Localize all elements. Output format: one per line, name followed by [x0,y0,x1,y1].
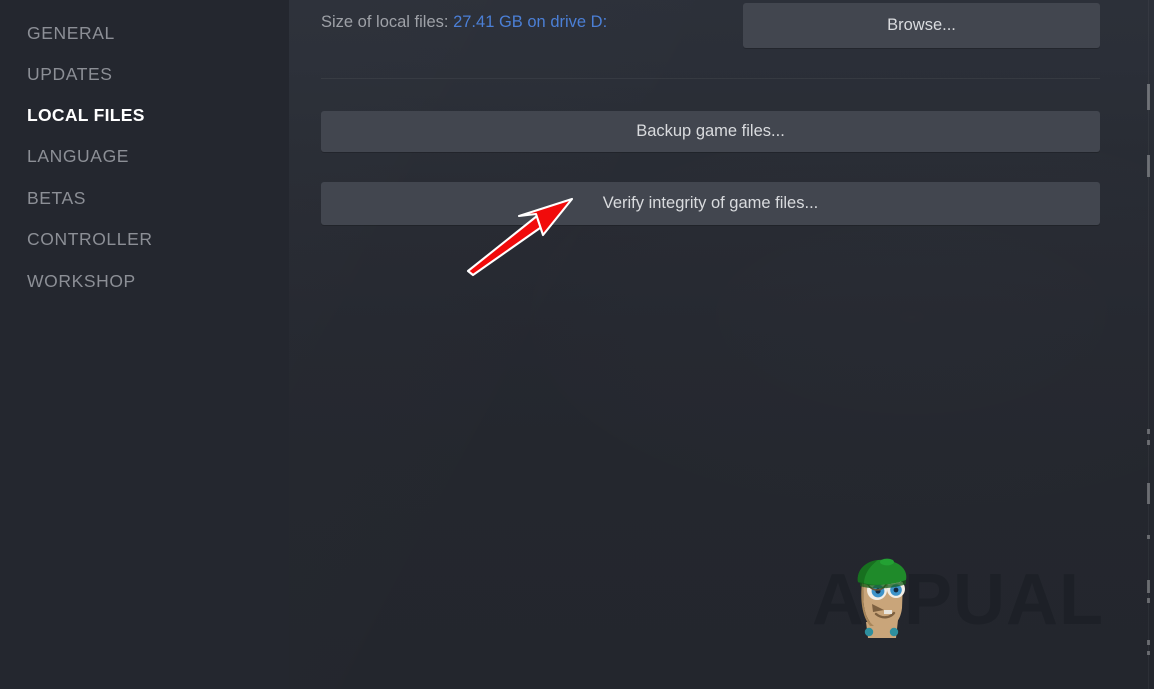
backup-game-files-button[interactable]: Backup game files... [321,111,1100,152]
section-divider [321,78,1100,79]
size-of-local-files-row: Size of local files: 27.41 GB on drive D… [321,14,607,31]
browse-button[interactable]: Browse... [743,3,1100,48]
scrollbar-fleck [1147,483,1150,504]
properties-sidebar: GENERAL UPDATES LOCAL FILES LANGUAGE BET… [0,0,289,689]
scrollbar-fleck [1147,155,1150,177]
size-of-local-files-value[interactable]: 27.41 GB on drive D: [453,13,607,31]
size-of-local-files-label: Size of local files: [321,13,449,31]
sidebar-item-workshop[interactable]: WORKSHOP [27,272,136,291]
scrollbar-fleck [1147,535,1150,539]
sidebar-item-updates[interactable]: UPDATES [27,65,113,84]
sidebar-item-language[interactable]: LANGUAGE [27,147,129,166]
sidebar-item-betas[interactable]: BETAS [27,189,86,208]
sidebar-item-general[interactable]: GENERAL [27,24,115,43]
scrollbar-fleck [1147,640,1150,645]
sidebar-item-controller[interactable]: CONTROLLER [27,230,153,249]
local-files-content-panel: Size of local files: 27.41 GB on drive D… [289,0,1154,689]
steam-game-properties-window: Size of local files: 27.41 GB on drive D… [0,0,1154,689]
verify-integrity-of-game-files-button[interactable]: Verify integrity of game files... [321,182,1100,225]
scrollbar-fleck [1147,84,1150,110]
scrollbar-fleck [1147,651,1150,655]
scrollbar-fleck [1147,440,1150,445]
sidebar-item-local-files[interactable]: LOCAL FILES [27,106,145,125]
scrollbar-fleck [1147,598,1150,603]
scrollbar-fleck [1147,429,1150,434]
scrollbar-fleck [1147,580,1150,593]
